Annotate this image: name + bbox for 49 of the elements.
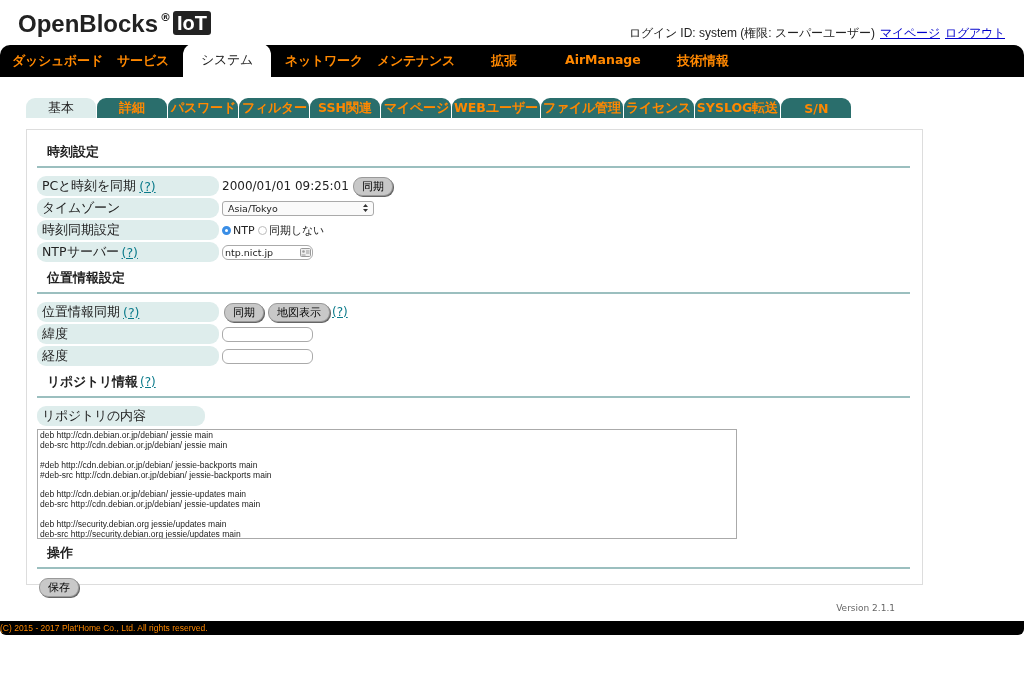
header-link[interactable]: マイページ: [880, 25, 940, 42]
login-info: ログイン ID: system (権限: スーパーユーザー): [629, 25, 875, 42]
radio-button[interactable]: [222, 225, 231, 235]
field-label: タイムゾーン: [42, 199, 120, 217]
timezone-select[interactable]: Asia/Tokyo: [222, 200, 374, 216]
nav-tab[interactable]: システム: [183, 43, 271, 77]
nav-tab[interactable]: ダッシュボード: [12, 52, 103, 70]
field-label: リポジトリの内容: [37, 406, 205, 426]
logo-text: OpenBlocks: [18, 11, 159, 37]
section-title: 時刻設定: [47, 144, 99, 161]
input-field[interactable]: ntp.nict.jp: [222, 244, 313, 260]
sub-tab[interactable]: 基本: [26, 98, 96, 118]
help-link[interactable]: (?): [139, 178, 156, 194]
help-link[interactable]: (?): [140, 375, 156, 389]
save-button[interactable]: 保存: [39, 578, 79, 597]
field-label: 時刻同期設定: [42, 221, 120, 239]
help-link[interactable]: (?): [121, 244, 138, 260]
section-title: リポジトリ情報: [47, 374, 138, 391]
registered-mark: ®: [160, 11, 172, 25]
field-label: PCと時刻を同期: [42, 177, 137, 195]
version-text: Version 2.1.1: [836, 603, 895, 613]
nav-tab[interactable]: サービス: [117, 52, 169, 70]
updown-icon: [363, 204, 368, 212]
section-title: 位置情報設定: [47, 270, 125, 287]
datetime-text: 2000/01/01 09:25:01: [222, 179, 349, 193]
nav-tab[interactable]: ネットワーク: [285, 52, 363, 70]
field-label: 緯度: [42, 325, 68, 343]
section-title: 操作: [47, 545, 73, 562]
sync-button[interactable]: 同期: [352, 176, 393, 196]
help-link[interactable]: (?): [123, 304, 140, 320]
nav-tab[interactable]: AirManage: [565, 51, 641, 67]
nav-tab[interactable]: 拡張: [491, 52, 517, 70]
radio-label: NTP: [233, 223, 255, 237]
radio-label: 同期しない: [268, 222, 324, 238]
location-button[interactable]: 地図表示: [268, 302, 330, 322]
input-field[interactable]: [222, 326, 313, 342]
location-button[interactable]: 同期: [224, 302, 264, 322]
repository-textarea[interactable]: deb http://cdn.debian.or.jp/debian/ jessie main deb-src http://cdn.debian.or.jp/debian/ jessie main #deb http://cdn.debian.or.jp/debian/ jessie-backports main #deb-src http://cdn.debian.or.jp/debian/ jessie-backports main deb http://cdn.debian.or.jp/debian/ jessie-updates main deb-src http://cdn.debian.or.jp/debian/ jessie-updates main deb http://security.debian.org jessie/updates main deb-src http://security.debian.org jessie/updates main: [37, 429, 737, 539]
copyright-text: (C) 2015 - 2017 Plat'Home Co., Ltd. All rights reserved.: [0, 623, 208, 633]
field-label: NTPサーバー: [42, 243, 119, 261]
logo-badge: IoT: [173, 11, 212, 35]
help-link[interactable]: (?): [332, 305, 348, 319]
header-link[interactable]: ログアウト: [945, 25, 1005, 42]
field-label: 位置情報同期: [42, 303, 120, 321]
radio-button[interactable]: [257, 225, 267, 235]
field-label: 経度: [42, 347, 68, 365]
nav-tab[interactable]: メンテナンス: [377, 52, 455, 70]
nav-tab[interactable]: 技術情報: [676, 52, 729, 70]
input-field[interactable]: [222, 348, 313, 364]
